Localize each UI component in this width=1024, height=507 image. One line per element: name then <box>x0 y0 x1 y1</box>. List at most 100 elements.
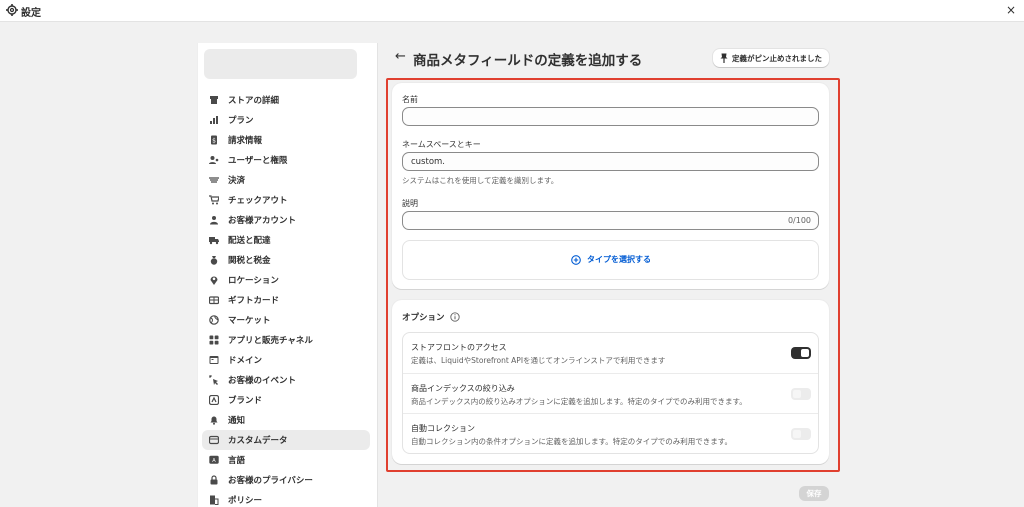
back-arrow-icon[interactable]: ← <box>395 49 406 64</box>
sidebar-item-label: ロケーション <box>228 276 279 286</box>
option-title: 商品インデックスの絞り込み <box>411 384 515 393</box>
settings-nav: ストアの詳細 プラン $ 請求情報 ユーザーと権限 決済 チェックアウト お客様… <box>202 90 370 507</box>
sidebar-item-domains[interactable]: ドメイン <box>202 350 370 370</box>
option-row-product-filter: 商品インデックスの絞り込み 商品インデックス内の絞り込みオプションに定義を追加し… <box>403 373 818 413</box>
namespace-key-input[interactable]: custom. <box>402 152 819 171</box>
sidebar-item-label: 配送と配達 <box>228 236 271 246</box>
sidebar-item-label: お客様のプライバシー <box>228 476 313 486</box>
save-button[interactable]: 保存 <box>799 486 829 501</box>
sidebar-item-locations[interactable]: ロケーション <box>202 270 370 290</box>
namespace-input-value: custom. <box>411 157 446 167</box>
storefront-access-toggle[interactable] <box>791 347 811 359</box>
truck-icon <box>209 237 219 245</box>
sidebar-item-billing[interactable]: $ 請求情報 <box>202 130 370 150</box>
sidebar-item-store-details[interactable]: ストアの詳細 <box>202 90 370 110</box>
sidebar-item-label: ユーザーと権限 <box>228 156 288 166</box>
sidebar-item-languages[interactable]: A 言語 <box>202 450 370 470</box>
save-button-label: 保存 <box>806 489 822 498</box>
sidebar-item-customer-events[interactable]: お客様のイベント <box>202 370 370 390</box>
option-description: 自動コレクション内の条件オプションに定義を追加します。特定のタイプでのみ利用でき… <box>411 437 732 446</box>
sidebar-item-payments[interactable]: 決済 <box>202 170 370 190</box>
sidebar-item-label: 関税と税金 <box>228 256 271 266</box>
billing-icon: $ <box>211 135 217 145</box>
plan-icon <box>210 116 218 124</box>
domain-icon <box>209 356 219 364</box>
svg-text:$: $ <box>212 138 216 145</box>
pinned-definition-button[interactable]: 定義がピン止めされました <box>713 49 829 67</box>
apps-icon <box>209 335 219 345</box>
option-description: 定義は、LiquidやStorefront APIを通じてオンラインストアで利用… <box>411 356 666 365</box>
database-icon <box>209 435 219 445</box>
product-filter-toggle[interactable] <box>791 388 811 400</box>
sidebar-item-label: 通知 <box>228 416 246 426</box>
language-icon: A <box>209 455 219 464</box>
select-type-label: タイプを選択する <box>587 255 651 264</box>
namespace-help-text: システムはこれを使用して定義を識別します。 <box>402 176 559 185</box>
options-heading: オプション <box>402 311 460 323</box>
namespace-label: ネームスペースとキー <box>402 140 481 149</box>
person-icon <box>210 216 218 225</box>
sidebar-item-shipping[interactable]: 配送と配達 <box>202 230 370 250</box>
gift-card-icon <box>209 296 219 305</box>
sidebar-item-gift-cards[interactable]: ギフトカード <box>202 290 370 310</box>
option-description: 商品インデックス内の絞り込みオプションに定義を追加します。特定のタイプでのみ利用… <box>411 397 747 406</box>
close-icon[interactable]: × <box>1006 3 1016 17</box>
options-title: オプション <box>402 313 445 323</box>
sidebar-item-brand[interactable]: ブランド <box>202 390 370 410</box>
sidebar-item-label: 決済 <box>228 176 246 186</box>
sidebar-item-label: ブランド <box>228 396 263 406</box>
plus-circle-icon <box>571 254 581 265</box>
store-selector-placeholder[interactable] <box>204 49 357 79</box>
sidebar-item-label: ストアの詳細 <box>228 96 280 106</box>
sidebar-item-label: ポリシー <box>228 496 263 506</box>
sidebar-item-policies[interactable]: ポリシー <box>202 490 370 507</box>
store-icon <box>210 96 218 104</box>
sidebar-item-markets[interactable]: マーケット <box>202 310 370 330</box>
sidebar-item-customer-privacy[interactable]: お客様のプライバシー <box>202 470 370 490</box>
sidebar-item-checkout[interactable]: チェックアウト <box>202 190 370 210</box>
bell-icon <box>210 416 218 425</box>
cart-icon <box>209 195 219 205</box>
definition-card: 名前 ネームスペースとキー custom. システムはこれを使用して定義を識別し… <box>392 83 829 289</box>
sidebar-item-label: お客様アカウント <box>228 216 297 226</box>
users-icon <box>209 156 219 164</box>
policy-icon <box>210 495 219 505</box>
type-select-area: タイプを選択する <box>402 240 819 280</box>
sidebar-item-label: アプリと販売チャネル <box>228 336 313 346</box>
smart-collections-toggle[interactable] <box>791 428 811 440</box>
name-input[interactable] <box>402 107 819 126</box>
sidebar-item-apps[interactable]: アプリと販売チャネル <box>202 330 370 350</box>
sidebar-item-notifications[interactable]: 通知 <box>202 410 370 430</box>
sidebar-item-label: ギフトカード <box>228 296 280 306</box>
sidebar-item-users[interactable]: ユーザーと権限 <box>202 150 370 170</box>
options-list: ストアフロントのアクセス 定義は、LiquidやStorefront APIを通… <box>402 332 819 454</box>
sidebar-item-label: チェックアウト <box>228 196 288 206</box>
sidebar-item-label: 言語 <box>228 456 246 466</box>
sidebar-item-label: カスタムデータ <box>228 436 288 446</box>
sidebar-item-label: 請求情報 <box>228 136 263 146</box>
pin-button-label: 定義がピン止めされました <box>732 53 822 63</box>
sidebar-item-taxes[interactable]: 関税と税金 <box>202 250 370 270</box>
location-icon <box>210 276 218 285</box>
gear-icon <box>6 4 18 16</box>
description-label: 説明 <box>402 199 418 208</box>
options-card: オプション ストアフロントのアクセス 定義は、LiquidやStorefront… <box>392 300 829 464</box>
page-title: 商品メタフィールドの定義を追加する <box>413 53 643 69</box>
character-count: 0/100 <box>787 216 811 225</box>
option-row-smart-collections: 自動コレクション 自動コレクション内の条件オプションに定義を追加します。特定のタ… <box>403 413 818 453</box>
svg-text:A: A <box>212 458 216 464</box>
sidebar-item-label: マーケット <box>228 316 271 326</box>
name-label: 名前 <box>402 95 418 104</box>
tax-icon <box>210 256 218 265</box>
info-icon[interactable] <box>449 312 460 322</box>
sidebar-item-plan[interactable]: プラン <box>202 110 370 130</box>
select-type-button[interactable]: タイプを選択する <box>571 254 651 265</box>
option-title: 自動コレクション <box>411 424 475 433</box>
sidebar-item-label: ドメイン <box>228 356 263 366</box>
sidebar-item-label: プラン <box>228 116 254 126</box>
sidebar-item-customer-accounts[interactable]: お客様アカウント <box>202 210 370 230</box>
lock-icon <box>210 475 218 485</box>
sidebar-item-label: お客様のイベント <box>228 376 297 386</box>
sidebar-item-custom-data[interactable]: カスタムデータ <box>202 430 370 450</box>
description-input[interactable]: 0/100 <box>402 211 819 230</box>
